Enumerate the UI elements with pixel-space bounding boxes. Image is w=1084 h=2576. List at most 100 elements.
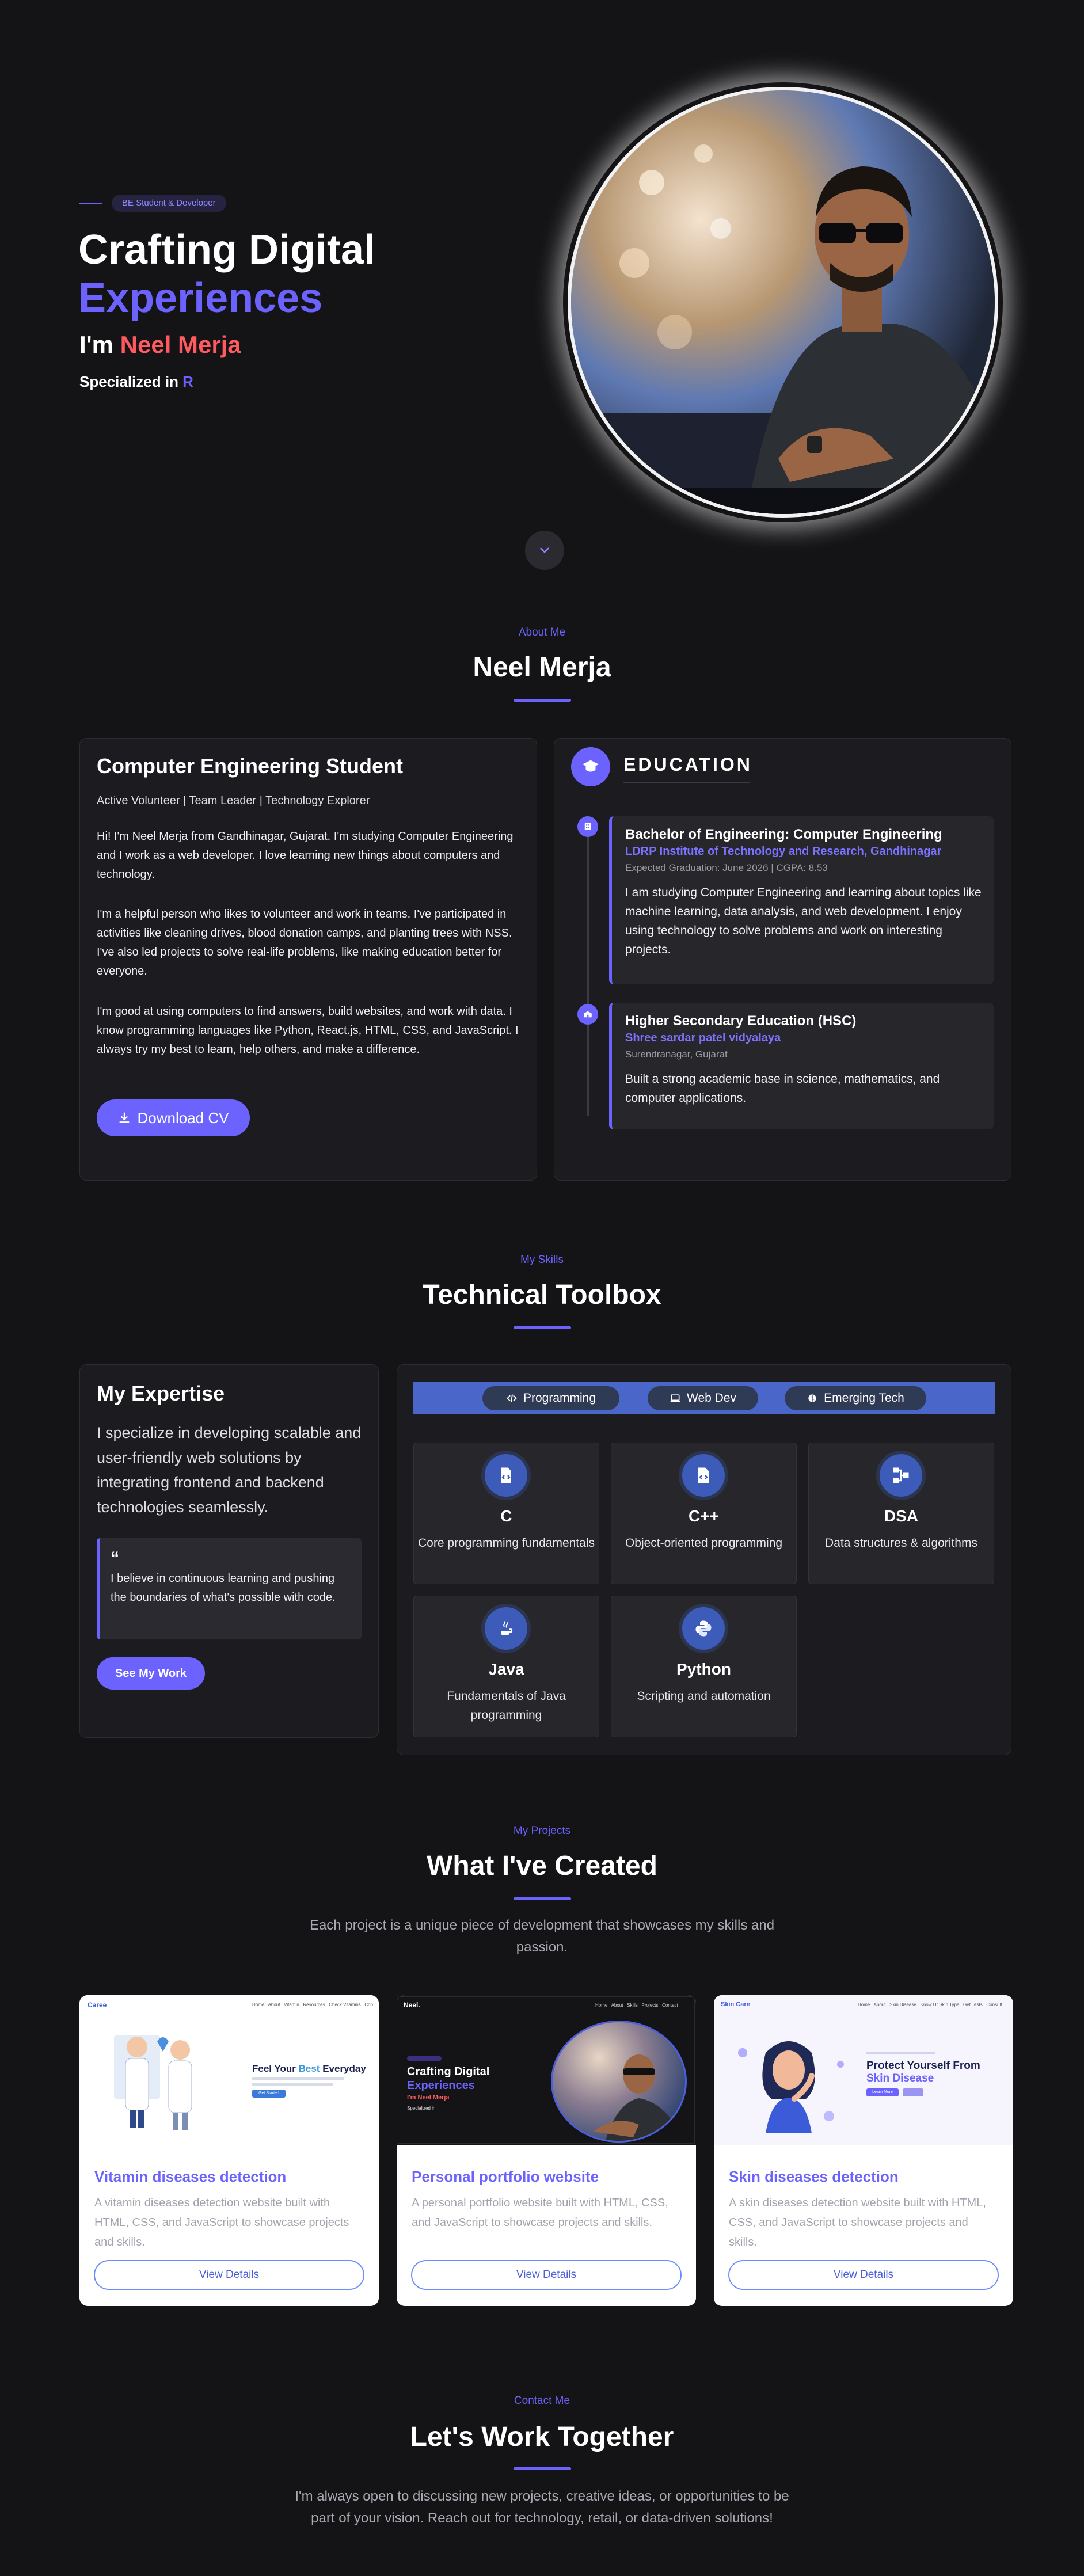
- file-code-icon: [485, 1454, 527, 1497]
- download-icon: [119, 1112, 130, 1123]
- project-card-skin: Skin Care Home About Skin Disease Know U…: [714, 1995, 1013, 2306]
- projects-description: Each project is a unique piece of develo…: [309, 1917, 775, 1955]
- skill-description: Core programming fundamentals: [418, 1536, 595, 1550]
- shot-headline-accent: Best: [298, 2063, 320, 2074]
- profile-portrait: [571, 90, 995, 514]
- woman-illustration: [738, 2041, 844, 2133]
- shot-text-line: [252, 2083, 333, 2086]
- view-details-button[interactable]: View Details: [94, 2260, 364, 2290]
- download-cv-button[interactable]: Download CV: [97, 1099, 250, 1136]
- skills-title: Technical Toolbox: [423, 1280, 661, 1310]
- hero-title-line1: Crafting Digital: [78, 227, 375, 273]
- expertise-title: My Expertise: [97, 1382, 225, 1405]
- tab-label: Emerging Tech: [824, 1391, 904, 1405]
- hero-specialization: Specialized in R: [79, 373, 193, 390]
- skills-title-bar: [514, 1326, 571, 1329]
- graduation-cap-icon: [571, 747, 610, 786]
- hero-title-line2: Experiences: [78, 275, 323, 321]
- about-title: Neel Merja: [473, 652, 611, 683]
- education-meta: Surendranagar, Gujarat: [625, 1049, 728, 1060]
- tab-web-dev[interactable]: Web Dev: [648, 1386, 758, 1410]
- hero-badge-line: [79, 203, 102, 204]
- shot-title-line2: Experiences: [407, 2079, 475, 2092]
- shot-logo: Caree: [88, 2001, 107, 2009]
- quote-icon: “: [111, 1548, 119, 1567]
- download-cv-label: Download CV: [137, 1109, 229, 1127]
- project-screenshot: Neel. Home About Skills Projects Contact…: [397, 1995, 696, 2145]
- education-meta: Expected Graduation: June 2026 | CGPA: 8…: [625, 862, 828, 873]
- shot-nav: Home About Skills Projects Contact: [595, 2003, 678, 2008]
- shot-headline-part: Feel Your: [252, 2063, 299, 2074]
- skill-description: Fundamentals of Java programming: [447, 1690, 566, 1722]
- project-title: Skin diseases detection: [729, 2168, 899, 2185]
- projects-title-bar: [514, 1897, 571, 1900]
- project-description: A vitamin diseases detection website bui…: [94, 2197, 349, 2248]
- shot-nav: Home About Vitamin Resources Check Vitam…: [252, 2002, 374, 2007]
- tab-programming[interactable]: Programming: [482, 1386, 619, 1410]
- project-title: Vitamin diseases detection: [94, 2168, 287, 2185]
- contact-description: I'm always open to discussing new projec…: [295, 2489, 789, 2526]
- network-icon: [880, 1454, 922, 1497]
- tab-emerging-tech[interactable]: Emerging Tech: [785, 1386, 926, 1410]
- file-code-icon: [682, 1454, 725, 1497]
- education-institute: Shree sardar patel vidyalaya: [625, 1032, 781, 1044]
- shot-text-line: [866, 2052, 935, 2054]
- hero-spec-value: R: [182, 373, 193, 390]
- expertise-text: I specialize in developing scalable and …: [97, 1424, 362, 1516]
- project-screenshot: Caree Home About Vitamin Resources Check…: [79, 1995, 379, 2145]
- education-degree: Bachelor of Engineering: Computer Engine…: [625, 827, 942, 842]
- education-institute: LDRP Institute of Technology and Researc…: [625, 845, 942, 858]
- education-timeline-line: [587, 823, 589, 1116]
- skill-name: C: [500, 1507, 512, 1525]
- hero-spec-prefix: Specialized in: [79, 373, 183, 390]
- shot-text-line: [252, 2077, 344, 2080]
- shot-logo: Skin Care: [721, 2001, 750, 2008]
- project-card-vitamin: Caree Home About Vitamin Resources Check…: [79, 1995, 379, 2306]
- skill-name: DSA: [884, 1507, 919, 1525]
- about-card-title: Computer Engineering Student: [97, 754, 404, 778]
- shot-badge: [407, 2056, 442, 2061]
- education-title-underline: [623, 782, 750, 783]
- projects-title: What I've Created: [427, 1851, 657, 1881]
- shot-headline-part: Everyday: [320, 2063, 366, 2074]
- shot-profile-photo: [551, 2021, 687, 2143]
- shot-title-line2: Skin Disease: [866, 2072, 934, 2084]
- shot-cta: Learn More: [866, 2088, 899, 2096]
- hero-badge: BE Student & Developer: [112, 195, 226, 212]
- education-title: EDUCATION: [623, 754, 752, 775]
- about-paragraph-3: I'm good at using computers to find answ…: [97, 1005, 519, 1056]
- doctors-illustration: [114, 2035, 192, 2130]
- see-my-work-button[interactable]: See My Work: [97, 1657, 205, 1690]
- shot-title-line1: Crafting Digital: [407, 2065, 490, 2078]
- project-description: A skin diseases detection website built …: [729, 2197, 986, 2248]
- hero-profile-photo: [568, 87, 998, 518]
- skill-description: Scripting and automation: [637, 1690, 771, 1703]
- project-screenshot: Skin Care Home About Skin Disease Know U…: [714, 1995, 1013, 2145]
- brain-icon: [808, 1394, 816, 1402]
- contact-title-bar: [514, 2467, 571, 2470]
- projects-subtitle: My Projects: [513, 1825, 571, 1837]
- skills-subtitle: My Skills: [520, 1254, 564, 1266]
- about-subtitle: About Me: [518, 626, 566, 638]
- view-details-button[interactable]: View Details: [728, 2260, 999, 2290]
- shot-nav: Home About Skin Disease Know Ur Skin Typ…: [858, 2002, 1002, 2007]
- laptop-icon: [670, 1394, 680, 1402]
- hero-intro-prefix: I'm: [79, 331, 120, 358]
- about-title-bar: [514, 699, 571, 702]
- code-icon: [507, 1394, 517, 1402]
- java-icon: [485, 1607, 527, 1650]
- shot-intro: I'm Neel Merja: [407, 2094, 450, 2101]
- shot-spec: Specialized in: [407, 2106, 436, 2111]
- hero-intro: I'm Neel Merja: [79, 330, 241, 359]
- view-details-button[interactable]: View Details: [411, 2260, 682, 2290]
- scroll-down-button[interactable]: [525, 531, 564, 570]
- tab-label: Web Dev: [687, 1391, 736, 1405]
- project-description: A personal portfolio website built with …: [412, 2197, 668, 2229]
- contact-title: Let's Work Together: [410, 2422, 674, 2452]
- about-paragraph-1: Hi! I'm Neel Merja from Gandhinagar, Guj…: [97, 830, 514, 881]
- shot-title-line1: Protect Yourself From: [866, 2060, 980, 2072]
- education-degree: Higher Secondary Education (HSC): [625, 1013, 857, 1029]
- project-card-portfolio: Neel. Home About Skills Projects Contact…: [397, 1995, 696, 2306]
- python-icon: [682, 1607, 725, 1650]
- shot-logo: Neel.: [404, 2001, 420, 2009]
